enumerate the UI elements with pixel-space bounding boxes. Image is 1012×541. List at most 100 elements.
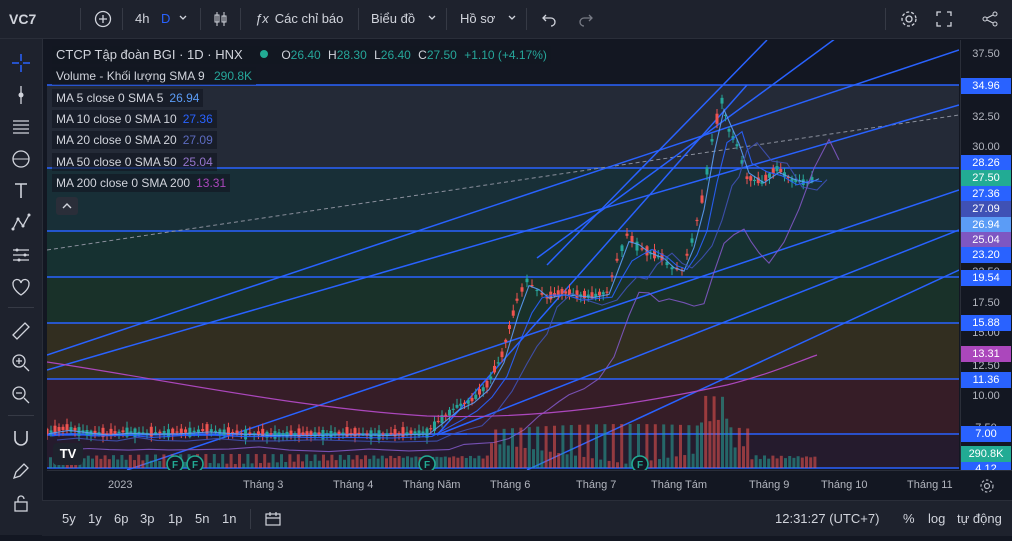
candle-body — [436, 420, 440, 423]
ma-row[interactable]: MA 200 close 0 SMA 200 13.31 — [52, 174, 231, 192]
divider — [885, 8, 886, 30]
candle-body — [598, 291, 601, 296]
volume-bar — [519, 427, 523, 468]
volume-bar — [494, 429, 498, 468]
candle-body — [753, 179, 756, 182]
goto-date-button[interactable] — [264, 501, 282, 536]
volume-bar — [225, 463, 229, 468]
price-tick: 32.50 — [972, 111, 1000, 123]
ma-row[interactable]: MA 10 close 0 SMA 10 27.36 — [52, 110, 217, 128]
fullscreen-button[interactable] — [935, 0, 953, 38]
candle-body — [525, 278, 529, 283]
volume-bar — [347, 455, 351, 468]
price-tick: 10.00 — [972, 390, 1000, 402]
range-6p[interactable]: 6p — [114, 501, 128, 536]
settings-button[interactable] — [900, 0, 918, 38]
forecast-icon[interactable] — [9, 243, 33, 267]
divider — [8, 307, 34, 308]
candle-body — [564, 291, 568, 294]
gear-icon[interactable] — [979, 478, 995, 494]
volume-bar — [317, 460, 321, 468]
symbol-search[interactable]: VC7 — [9, 0, 36, 38]
magnet-icon[interactable] — [9, 427, 33, 451]
volume-bar — [460, 456, 464, 468]
volume-bar — [288, 454, 292, 468]
volume-bar — [49, 457, 52, 468]
range-1n[interactable]: 1n — [222, 501, 236, 536]
volume-bar — [259, 463, 262, 468]
interval-dropdown[interactable] — [178, 0, 188, 38]
price-axis[interactable]: 37.50 32.50 30.00 22.50 17.50 15.00 12.5… — [960, 40, 1012, 470]
pencil-lock-icon[interactable] — [9, 459, 33, 483]
fib-circle-icon[interactable] — [9, 147, 33, 171]
horizontal-lines-icon[interactable] — [9, 115, 33, 139]
volume-row[interactable]: Volume - Khối lượng SMA 9 290.8K — [52, 67, 257, 85]
zoom-in-icon[interactable] — [9, 351, 33, 375]
range-1y[interactable]: 1y — [88, 501, 102, 536]
candle-body — [349, 432, 353, 435]
candle-body — [389, 432, 393, 435]
chevron-down-icon — [179, 15, 187, 20]
share-button[interactable] — [981, 0, 999, 38]
volume-bar — [145, 454, 149, 468]
candle-body — [779, 168, 783, 173]
range-1p[interactable]: 1p — [168, 501, 182, 536]
divider — [446, 8, 447, 30]
percent-toggle[interactable]: % — [903, 501, 915, 536]
crosshair-icon[interactable] — [9, 51, 33, 75]
indicators-button[interactable]: ƒx Các chỉ báo — [255, 0, 343, 38]
ma-row[interactable]: MA 5 close 0 SMA 5 26.94 — [52, 89, 204, 107]
volume-bar — [322, 454, 325, 468]
trend-line-icon[interactable] — [9, 83, 33, 107]
profile-button[interactable]: Hồ sơ — [460, 0, 517, 38]
collapse-legend-button[interactable] — [56, 197, 78, 215]
candle-body — [397, 433, 401, 435]
timezone-clock[interactable]: 12:31:27 (UTC+7) — [775, 501, 879, 536]
volume-bar — [813, 456, 817, 468]
log-toggle[interactable]: log — [928, 501, 945, 536]
candle-type-button[interactable] — [212, 0, 230, 38]
dividend-marker-label: F — [424, 460, 430, 470]
candle-body — [474, 394, 478, 399]
heart-icon[interactable] — [9, 275, 33, 299]
ma-value: 26.94 — [169, 91, 200, 105]
volume-bar — [704, 395, 708, 468]
ma-value: 25.04 — [182, 155, 213, 169]
ma-row[interactable]: MA 50 close 0 SMA 50 25.04 — [52, 153, 217, 171]
volume-bar — [309, 461, 313, 468]
ohlc-l-label: L — [374, 48, 381, 62]
divider — [358, 8, 359, 30]
volume-bar — [149, 460, 153, 468]
redo-icon — [579, 14, 593, 27]
range-3p[interactable]: 3p — [140, 501, 154, 536]
candle-body — [409, 430, 413, 435]
redo-button[interactable] — [577, 0, 595, 38]
time-axis[interactable]: 2023 Tháng 3 Tháng 4 Tháng Năm Tháng 6 T… — [47, 470, 1012, 501]
ma-label: MA 200 close 0 SMA 200 — [56, 176, 191, 190]
pattern-icon[interactable] — [9, 211, 33, 235]
undo-button[interactable] — [540, 0, 558, 38]
volume-bar — [796, 456, 800, 468]
candle-body — [269, 433, 273, 435]
zoom-out-icon[interactable] — [9, 383, 33, 407]
volume-bar — [775, 458, 779, 468]
lock-icon[interactable] — [9, 491, 33, 515]
ma-row[interactable]: MA 20 close 0 SMA 20 27.09 — [52, 131, 217, 149]
interval-d[interactable]: D — [161, 0, 170, 38]
range-5y[interactable]: 5y — [62, 501, 76, 536]
text-icon[interactable] — [9, 179, 33, 203]
compare-button[interactable] — [94, 0, 112, 38]
chart-type-button[interactable]: Biểu đồ — [371, 0, 437, 38]
candle-body — [496, 362, 500, 364]
volume-bar — [103, 455, 107, 468]
auto-toggle[interactable]: tự động — [957, 501, 1002, 536]
ruler-icon[interactable] — [9, 319, 33, 343]
candle-body — [515, 298, 519, 301]
volume-bar — [721, 396, 724, 468]
range-5n[interactable]: 5n — [195, 501, 209, 536]
ohlc-l: 26.40 — [380, 48, 411, 62]
interval-4h[interactable]: 4h — [135, 0, 149, 38]
volume-bar — [536, 426, 540, 468]
time-tick: Tháng Năm — [403, 479, 461, 491]
legend-title[interactable]: CTCP Tập đoàn BGI · 1D · HNX — [56, 47, 243, 62]
